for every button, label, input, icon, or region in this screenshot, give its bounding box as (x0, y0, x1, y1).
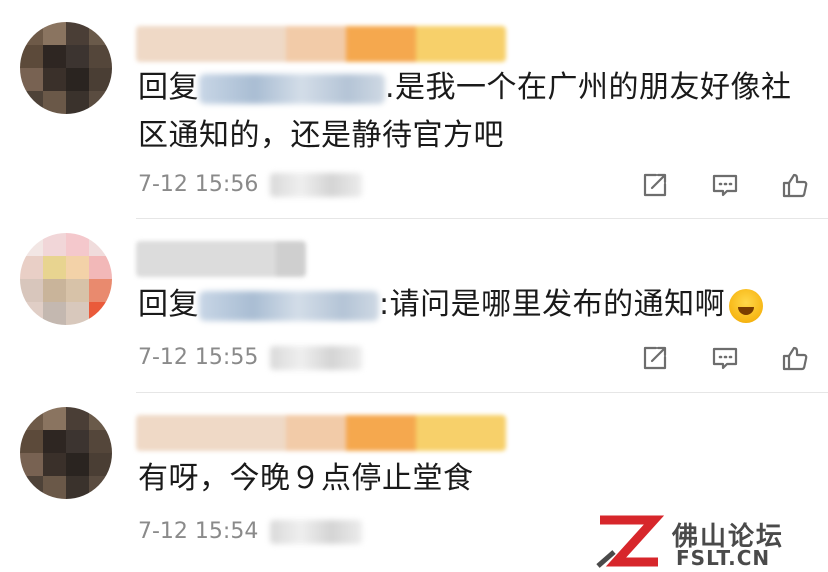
timestamp: 7-12 15:55 (138, 345, 259, 370)
avatar[interactable] (20, 407, 112, 499)
source-blurred (270, 172, 363, 197)
reply-prefix: 回复 (138, 70, 199, 105)
like-button[interactable] (760, 168, 828, 202)
comment-item: 回复 .是我一个在广州的朋友好像社 区通知的，还是静待官方吧 7-12 15:56 (0, 0, 828, 218)
comment-meta: 7-12 15:54 (138, 519, 363, 544)
username-blurred[interactable] (136, 26, 506, 62)
share-icon (643, 173, 667, 197)
avatar[interactable] (20, 22, 112, 114)
comment-text-line1: .是我一个在广州的朋友好像社 (385, 70, 792, 105)
avatar[interactable] (20, 233, 112, 325)
comment-button[interactable] (690, 341, 760, 375)
like-button[interactable] (760, 341, 828, 375)
reply-prefix: 回复 (138, 287, 199, 322)
comment-icon (712, 347, 738, 370)
source-blurred (270, 519, 363, 544)
fslt-logo-icon (596, 515, 664, 568)
comment-text-line2: 区通知的，还是静待官方吧 (138, 118, 504, 153)
comment-button[interactable] (690, 168, 760, 202)
mention-blurred[interactable] (199, 73, 385, 104)
comment-text: 回复 :请问是哪里发布的通知啊 (138, 281, 808, 329)
comment-meta: 7-12 15:55 (138, 345, 363, 370)
timestamp: 7-12 15:56 (138, 172, 259, 197)
comment-item: 回复 :请问是哪里发布的通知啊 7-12 15:55 (0, 219, 828, 392)
username-blurred[interactable] (136, 241, 306, 277)
comment-text: 有呀，今晚９点停止堂食 (138, 455, 808, 503)
comment-actions (620, 168, 828, 202)
share-button[interactable] (620, 168, 690, 202)
username-blurred[interactable] (136, 415, 506, 451)
timestamp: 7-12 15:54 (138, 519, 259, 544)
thumbs-up-icon (782, 346, 808, 371)
share-icon (643, 346, 667, 370)
watermark-en: FSLT.CN (676, 546, 771, 570)
thumbs-up-icon (782, 173, 808, 198)
comment-text: 回复 .是我一个在广州的朋友好像社 区通知的，还是静待官方吧 (138, 64, 808, 160)
comment-text-line1: :请问是哪里发布的通知啊 (379, 287, 726, 322)
laughing-crying-emoji-icon (729, 288, 764, 323)
source-blurred (270, 345, 363, 370)
comment-meta: 7-12 15:56 (138, 172, 363, 197)
comment-text-line1: 有呀，今晚９点停止堂食 (138, 461, 474, 496)
site-watermark: 佛山论坛 FSLT.CN (594, 512, 828, 572)
comment-icon (712, 174, 738, 197)
mention-blurred[interactable] (199, 290, 379, 321)
comment-actions (620, 341, 828, 375)
share-button[interactable] (620, 341, 690, 375)
